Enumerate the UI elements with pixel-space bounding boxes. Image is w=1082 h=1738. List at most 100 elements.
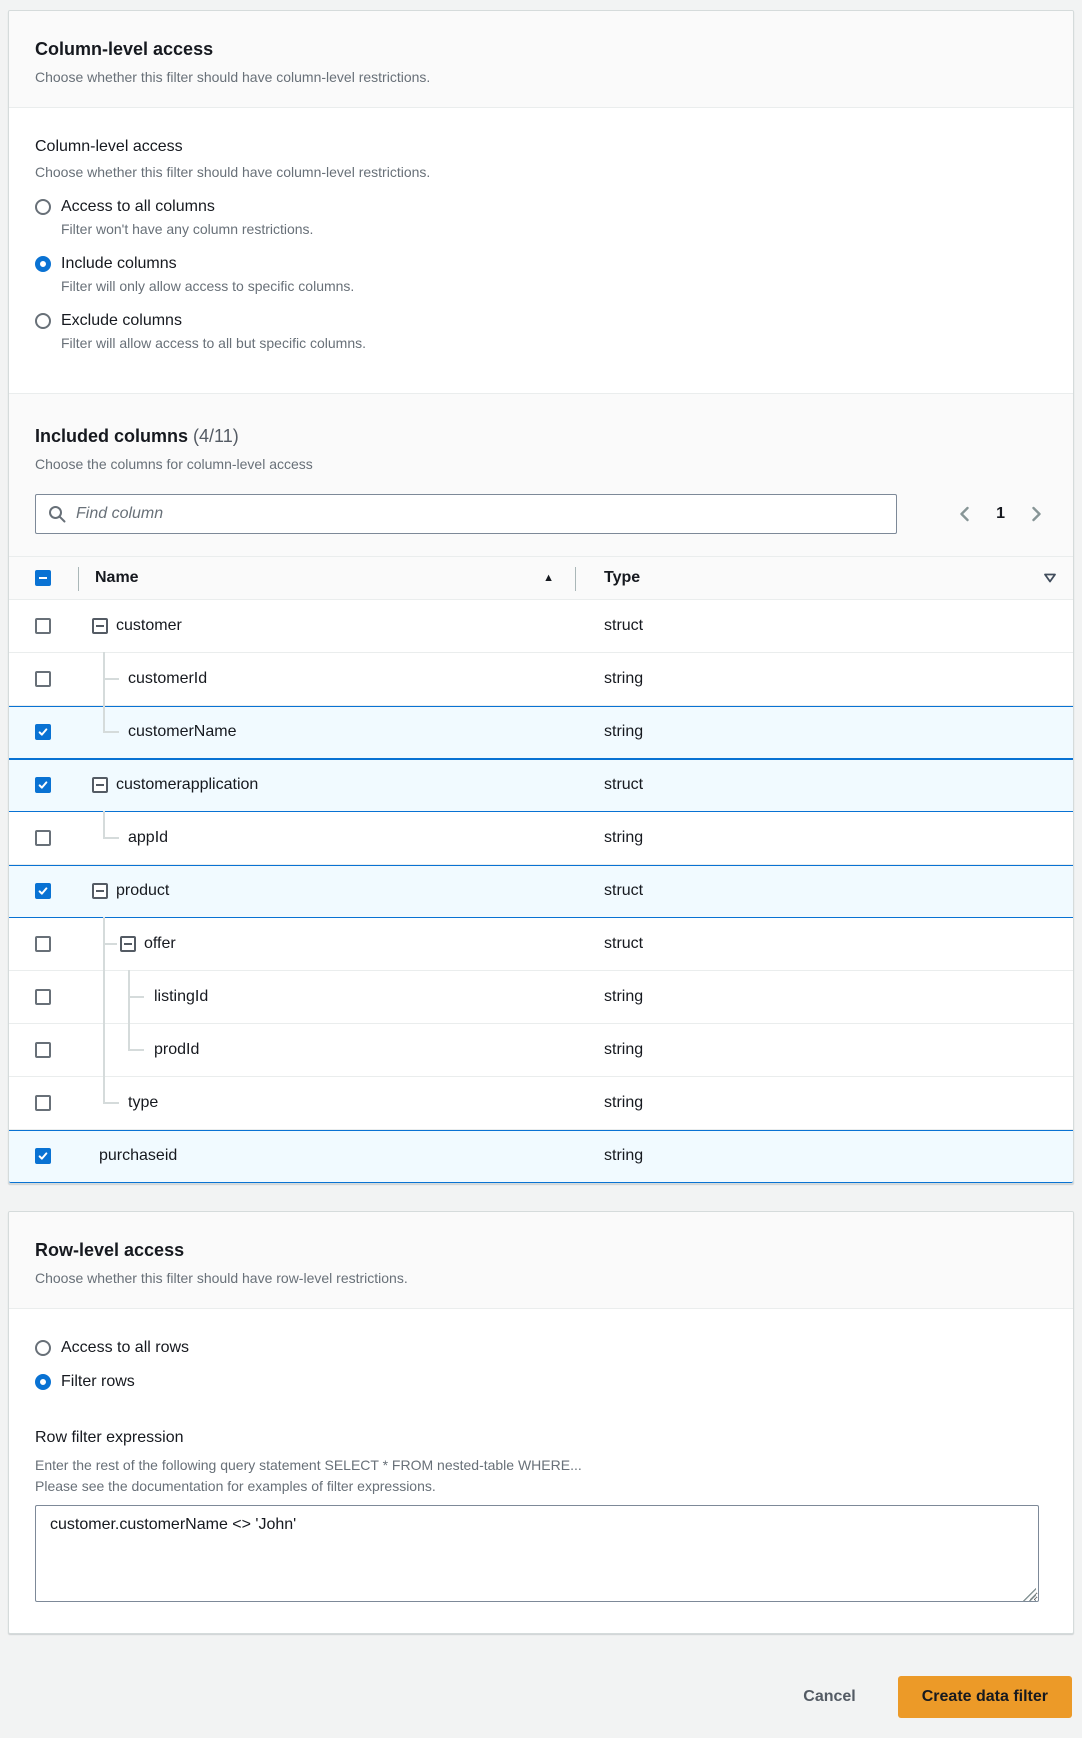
column-name: prodId [154, 1041, 200, 1058]
select-all-cell [9, 557, 79, 599]
row-filter-expression-input[interactable]: customer.customerName <> 'John' [35, 1505, 1039, 1602]
caret-down-icon[interactable] [1043, 572, 1057, 584]
collapse-icon[interactable] [92, 618, 108, 634]
tree-line [103, 731, 119, 733]
card-description: Choose whether this filter should have r… [35, 1270, 408, 1286]
radio-button-unselected[interactable] [35, 313, 51, 329]
table-row: customer struct [9, 600, 1073, 653]
row-checkbox-unchecked[interactable] [35, 1095, 51, 1111]
radio-option-exclude-columns[interactable]: Exclude columns Filter will allow access… [35, 312, 1047, 353]
table-row-selected: purchaseid string [9, 1130, 1073, 1183]
table-row: appId string [9, 811, 1073, 865]
included-columns-description: Choose the columns for column-level acce… [35, 456, 313, 472]
table-header-row: Name ▲ Type [9, 556, 1073, 600]
radio-option-all-rows[interactable]: Access to all rows [35, 1339, 1047, 1357]
radio-description: Filter won't have any column restriction… [61, 221, 314, 237]
column-name: offer [144, 935, 176, 952]
chevron-left-icon [960, 506, 969, 522]
row-checkbox-checked[interactable] [35, 883, 51, 899]
radio-button-unselected[interactable] [35, 1340, 51, 1356]
expression-label: Row filter expression [35, 1429, 184, 1446]
row-checkbox-unchecked[interactable] [35, 671, 51, 687]
table-row-selected: customerName string [9, 705, 1073, 759]
column-name: appId [128, 829, 169, 846]
tree-line [103, 1102, 119, 1104]
previous-page-button[interactable] [954, 503, 976, 525]
column-level-access-card: Column-level access Choose whether this … [8, 10, 1074, 1184]
radio-button-selected[interactable] [35, 1374, 51, 1390]
type-column-header: Type [576, 557, 1073, 599]
column-type: struct [604, 617, 644, 634]
column-type: struct [604, 776, 644, 793]
radio-button-unselected[interactable] [35, 199, 51, 215]
tree-line [103, 1076, 105, 1103]
row-level-access-header: Row-level access Choose whether this fil… [9, 1212, 1073, 1309]
pagination: 1 [954, 503, 1047, 525]
collapse-icon[interactable] [120, 936, 136, 952]
column-type: string [604, 1094, 644, 1111]
column-type: string [604, 670, 644, 687]
column-name: purchaseid [99, 1147, 178, 1164]
column-type: string [604, 1147, 644, 1164]
radio-option-filter-rows[interactable]: Filter rows [35, 1373, 1047, 1391]
table-row-selected: product struct [9, 865, 1073, 918]
column-name: type [128, 1094, 159, 1111]
column-type: string [604, 829, 644, 846]
included-columns-header: Included columns (4/11) Choose the colum… [9, 394, 1073, 556]
tree-line [128, 1049, 144, 1051]
tree-line [103, 678, 119, 680]
radio-description: Filter will allow access to all but spec… [61, 335, 366, 351]
search-icon [49, 506, 66, 523]
column-level-access-header: Column-level access Choose whether this … [9, 11, 1073, 108]
next-page-button[interactable] [1025, 503, 1047, 525]
radio-label: Include columns [61, 255, 177, 272]
row-checkbox-checked[interactable] [35, 724, 51, 740]
tree-line [103, 970, 105, 1024]
find-column-input[interactable] [35, 494, 897, 534]
expression-hint-2: Please see the documentation for example… [35, 1478, 436, 1494]
form-description: Choose whether this filter should have c… [35, 164, 431, 180]
column-type: string [604, 988, 644, 1005]
row-checkbox-checked[interactable] [35, 1148, 51, 1164]
row-checkbox-unchecked[interactable] [35, 830, 51, 846]
column-type: string [604, 1041, 644, 1058]
column-type: string [604, 723, 644, 740]
row-level-access-card: Row-level access Choose whether this fil… [8, 1211, 1074, 1634]
row-filter-expression-block: Row filter expression Enter the rest of … [35, 1427, 1047, 1607]
create-data-filter-button[interactable]: Create data filter [897, 1676, 1072, 1718]
table-row-selected: customerapplication struct [9, 759, 1073, 812]
column-name: listingId [154, 988, 209, 1005]
column-name: customerapplication [116, 776, 259, 793]
row-checkbox-unchecked[interactable] [35, 618, 51, 634]
radio-button-selected[interactable] [35, 256, 51, 272]
row-checkbox-unchecked[interactable] [35, 989, 51, 1005]
current-page-number[interactable]: 1 [996, 505, 1005, 523]
radio-option-include-columns[interactable]: Include columns Filter will only allow a… [35, 255, 1047, 296]
row-checkbox-unchecked[interactable] [35, 1042, 51, 1058]
cancel-button[interactable]: Cancel [799, 1678, 859, 1716]
card-title: Row-level access [35, 1240, 185, 1260]
radio-label: Exclude columns [61, 312, 182, 329]
collapse-icon[interactable] [92, 883, 108, 899]
included-columns-title: Included columns (4/11) [35, 426, 239, 446]
radio-option-all-columns[interactable]: Access to all columns Filter won't have … [35, 198, 1047, 239]
select-all-checkbox-indeterminate[interactable] [35, 570, 51, 586]
name-column-header[interactable]: Name ▲ [79, 557, 576, 599]
form-actions: Cancel Create data filter [8, 1676, 1074, 1718]
row-checkbox-unchecked[interactable] [35, 936, 51, 952]
card-description: Choose whether this filter should have c… [35, 69, 431, 85]
tree-line [103, 1023, 105, 1077]
tree-line [103, 943, 117, 945]
table-row: listingId string [9, 970, 1073, 1024]
sort-ascending-icon[interactable]: ▲ [543, 572, 554, 584]
column-name: product [116, 882, 170, 899]
row-access-form: Access to all rows Filter rows Row filte… [9, 1309, 1073, 1633]
column-name: customerId [128, 670, 208, 687]
collapse-icon[interactable] [92, 777, 108, 793]
tree-line [128, 1023, 130, 1050]
row-checkbox-checked[interactable] [35, 777, 51, 793]
tree-line [128, 996, 144, 998]
column-name: customer [116, 617, 182, 634]
tree-line [103, 705, 105, 732]
tree-line [103, 811, 105, 838]
